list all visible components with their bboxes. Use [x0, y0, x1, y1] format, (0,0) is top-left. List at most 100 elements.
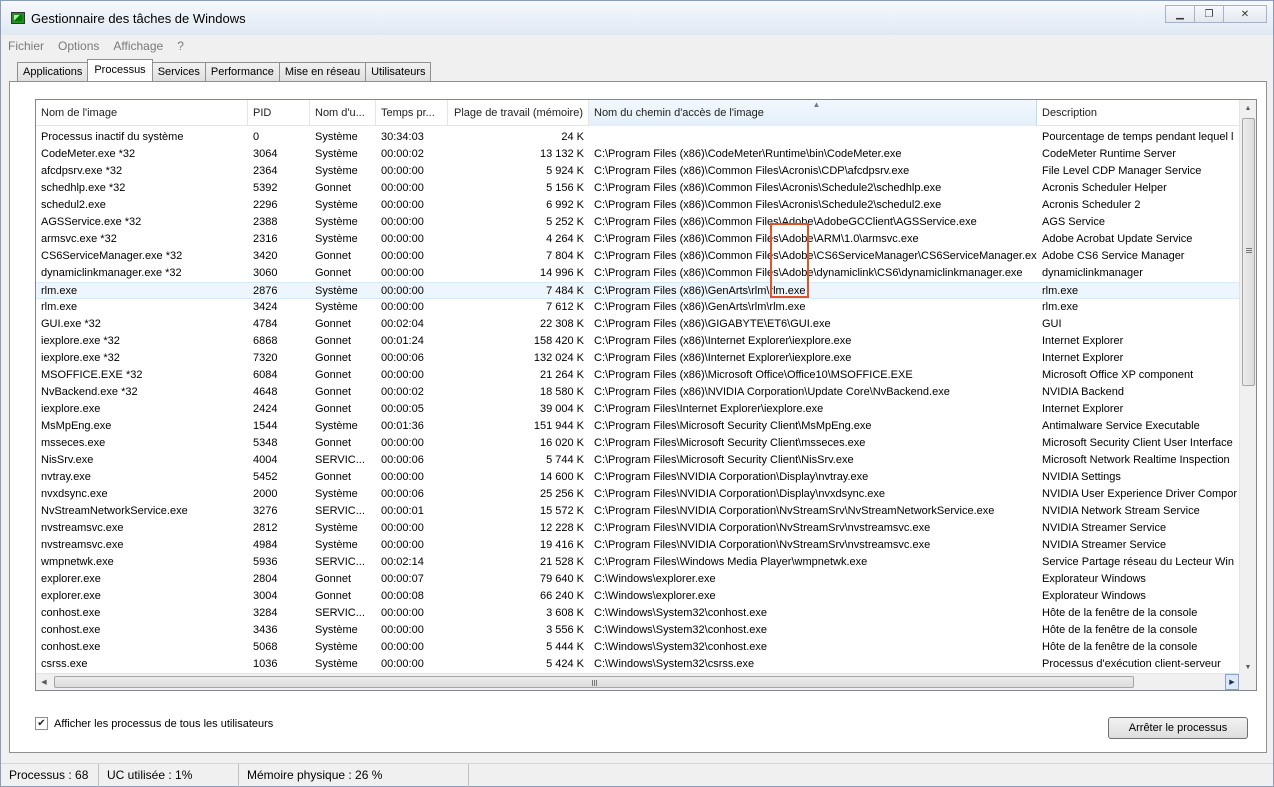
cell-user-name: Gonnet [315, 590, 352, 602]
cell-description: Processus d'exécution client-serveur [1042, 658, 1221, 670]
cell-description: File Level CDP Manager Service [1042, 165, 1202, 177]
table-row[interactable]: Processus inactif du système 0 Système 30:3… [36, 129, 1240, 146]
cell-pid: 2000 [253, 488, 278, 500]
table-row[interactable]: MSOFFICE.EXE *32 6084 Gonnet 00:00:00 21 264… [36, 367, 1240, 384]
cell-pid: 3064 [253, 148, 278, 160]
table-row[interactable]: nvxdsync.exe 2000 Système 00:00:06 25 256 K C… [36, 486, 1240, 503]
table-row[interactable]: schedul2.exe 2296 Système 00:00:00 6 992 K C:… [36, 197, 1240, 214]
table-row[interactable]: rlm.exe 3424 Système 00:00:00 7 612 K C:\Prog… [36, 299, 1240, 316]
cell-image-name: afcdpsrv.exe *32 [41, 165, 123, 177]
table-row[interactable]: MsMpEng.exe 1544 Système 00:01:36 151 944 K C… [36, 418, 1240, 435]
tab-processes[interactable]: Processus [87, 59, 153, 81]
header-pid[interactable]: PID [248, 100, 310, 126]
process-rows: Processus inactif du système 0 Système 30:3… [36, 129, 1240, 690]
cell-image-path: C:\Program Files (x86)\GIGABYTE\ET6\GUI.… [594, 318, 831, 330]
cell-pid: 2296 [253, 199, 278, 211]
table-row[interactable]: nvstreamsvc.exe 4984 Système 00:00:00 19 416… [36, 537, 1240, 554]
cell-working-set: 7 804 K [546, 250, 584, 262]
menu-view[interactable]: Affichage [106, 39, 170, 53]
table-row[interactable]: NisSrv.exe 4004 SERVIC... 00:00:06 5 744 K C:… [36, 452, 1240, 469]
table-row[interactable]: conhost.exe 5068 Système 00:00:00 5 444 K C:\… [36, 639, 1240, 656]
header-image-path[interactable]: ▲ Nom du chemin d'accès de l'image [589, 100, 1037, 126]
end-process-button[interactable]: Arrêter le processus [1108, 717, 1248, 739]
table-row[interactable]: afcdpsrv.exe *32 2364 Système 00:00:00 5 924… [36, 163, 1240, 180]
table-row[interactable]: explorer.exe 2804 Gonnet 00:00:07 79 640 K C:… [36, 571, 1240, 588]
table-row[interactable]: nvtray.exe 5452 Gonnet 00:00:00 14 600 K C:\P… [36, 469, 1240, 486]
minimize-button[interactable]: ▁ [1165, 5, 1195, 23]
table-row[interactable]: conhost.exe 3284 SERVIC... 00:00:00 3 608 K C… [36, 605, 1240, 622]
cell-working-set: 39 004 K [539, 403, 584, 415]
tab-performance[interactable]: Performance [204, 62, 280, 81]
table-row[interactable]: dynamiclinkmanager.exe *32 3060 Gonnet 00:0… [36, 265, 1240, 282]
header-user-name[interactable]: Nom d'u... [310, 100, 376, 126]
cell-image-name: conhost.exe [41, 624, 101, 636]
vertical-scrollbar[interactable]: ▲ ▼ [1239, 100, 1256, 675]
cell-cpu-time: 00:00:00 [381, 267, 424, 279]
tab-applications[interactable]: Applications [17, 62, 89, 81]
cell-image-path: C:\Program Files\Microsoft Security Clie… [594, 454, 854, 466]
cell-image-name: NvBackend.exe *32 [41, 386, 138, 398]
close-button[interactable]: ✕ [1223, 5, 1267, 23]
tab-users[interactable]: Utilisateurs [365, 62, 432, 81]
table-row[interactable]: GUI.exe *32 4784 Gonnet 00:02:04 22 308 K C:\… [36, 316, 1240, 333]
table-row[interactable]: CodeMeter.exe *32 3064 Système 00:00:02 13 1… [36, 146, 1240, 163]
table-row[interactable]: armsvc.exe *32 2316 Système 00:00:00 4 264 K… [36, 231, 1240, 248]
cell-description: rlm.exe [1042, 285, 1079, 297]
header-description[interactable]: Description [1037, 100, 1240, 126]
cell-cpu-time: 00:00:02 [381, 148, 424, 160]
show-all-users-checkbox[interactable]: ✔ [35, 717, 48, 730]
cell-image-name: Processus inactif du système [41, 131, 184, 143]
header-cpu-time[interactable]: Temps pr... [376, 100, 448, 126]
tab-services[interactable]: Services [151, 62, 206, 81]
menu-file[interactable]: Fichier [1, 39, 51, 53]
header-working-set[interactable]: Plage de travail (mémoire) [448, 100, 589, 126]
scroll-right-icon[interactable]: ▶ [1225, 674, 1239, 690]
horizontal-scrollbar[interactable]: ◀ ▶ [36, 673, 1240, 690]
table-row[interactable]: rlm.exe 2876 Système 00:00:00 7 484 K C:\Prog… [36, 282, 1240, 299]
cell-image-path: C:\Program Files\Internet Explorer\iexpl… [594, 403, 824, 415]
vertical-scroll-thumb[interactable] [1242, 118, 1255, 386]
cell-user-name: Gonnet [315, 352, 352, 364]
table-row[interactable]: iexplore.exe *32 6868 Gonnet 00:01:24 158 42… [36, 333, 1240, 350]
cell-image-path: C:\Program Files\Microsoft Security Clie… [594, 420, 872, 432]
cell-image-name: AGSService.exe *32 [41, 216, 142, 228]
table-row[interactable]: NvStreamNetworkService.exe 3276 SERVIC... 0… [36, 503, 1240, 520]
header-image-name[interactable]: Nom de l'image [36, 100, 248, 126]
cell-working-set: 5 424 K [546, 658, 584, 670]
table-row[interactable]: explorer.exe 3004 Gonnet 00:00:08 66 240 K C:… [36, 588, 1240, 605]
cell-description: Explorateur Windows [1042, 590, 1146, 602]
scroll-left-icon[interactable]: ◀ [36, 674, 52, 690]
cell-cpu-time: 00:01:36 [381, 420, 424, 432]
horizontal-scroll-thumb[interactable] [54, 676, 1134, 688]
cell-user-name: Gonnet [315, 267, 352, 279]
cell-cpu-time: 00:00:00 [381, 301, 424, 313]
menu-options[interactable]: Options [51, 39, 106, 53]
table-row[interactable]: schedhlp.exe *32 5392 Gonnet 00:00:00 5 156 … [36, 180, 1240, 197]
table-row[interactable]: NvBackend.exe *32 4648 Gonnet 00:00:02 18 58… [36, 384, 1240, 401]
table-row[interactable]: csrss.exe 1036 Système 00:00:00 5 424 K C:\Wi… [36, 656, 1240, 673]
cell-pid: 2388 [253, 216, 278, 228]
menu-help[interactable]: ? [170, 39, 191, 53]
table-row[interactable]: CS6ServiceManager.exe *32 3420 Gonnet 00:00… [36, 248, 1240, 265]
table-row[interactable]: conhost.exe 3436 Système 00:00:00 3 556 K C:\… [36, 622, 1240, 639]
cell-cpu-time: 00:00:00 [381, 607, 424, 619]
maximize-button[interactable]: ❐ [1194, 5, 1224, 23]
cell-image-name: wmpnetwk.exe [41, 556, 114, 568]
cell-user-name: Système [315, 522, 358, 534]
table-row[interactable]: iexplore.exe 2424 Gonnet 00:00:05 39 004 K C:… [36, 401, 1240, 418]
cell-user-name: Système [315, 285, 358, 297]
table-row[interactable]: wmpnetwk.exe 5936 SERVIC... 00:02:14 21 528 … [36, 554, 1240, 571]
cell-cpu-time: 00:00:01 [381, 505, 424, 517]
table-row[interactable]: nvstreamsvc.exe 2812 Système 00:00:00 12 228… [36, 520, 1240, 537]
cell-description: Hôte de la fenêtre de la console [1042, 641, 1198, 653]
table-row[interactable]: AGSService.exe *32 2388 Système 00:00:00 5 2… [36, 214, 1240, 231]
show-all-users-option[interactable]: ✔ Afficher les processus de tous les uti… [35, 717, 273, 730]
cell-image-name: conhost.exe [41, 641, 101, 653]
cell-user-name: Système [315, 624, 358, 636]
tab-networking[interactable]: Mise en réseau [278, 62, 367, 81]
table-row[interactable]: iexplore.exe *32 7320 Gonnet 00:00:06 132 02… [36, 350, 1240, 367]
cell-description: Internet Explorer [1042, 403, 1124, 415]
table-row[interactable]: msseces.exe 5348 Gonnet 00:00:00 16 020 K C:\… [36, 435, 1240, 452]
scroll-up-icon[interactable]: ▲ [1240, 100, 1256, 116]
cell-working-set: 7 484 K [546, 285, 584, 297]
